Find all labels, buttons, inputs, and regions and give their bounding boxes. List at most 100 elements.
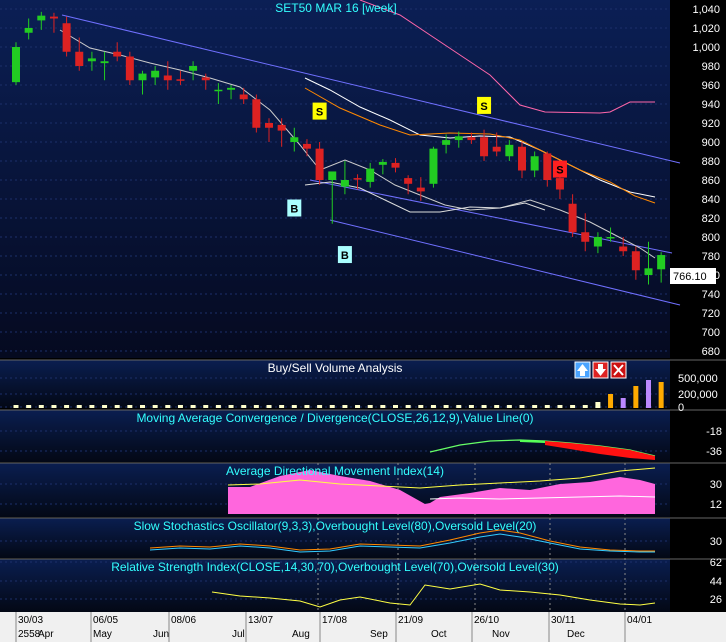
month-label: May: [93, 629, 112, 640]
volume-bar: [380, 405, 386, 408]
panel-title: Relative Strength Index(CLOSE,14,30,70),…: [111, 560, 559, 574]
volume-bar: [532, 405, 538, 408]
volume-bar: [291, 405, 297, 408]
candle-body: [239, 94, 248, 100]
candle-body: [480, 137, 489, 157]
candle-body: [442, 140, 451, 145]
year-label: 2558: [18, 629, 41, 640]
volume-bar: [215, 405, 221, 408]
volume-bar: [304, 405, 310, 408]
volume-bar: [165, 405, 171, 408]
candle-body: [518, 146, 526, 171]
panel-tick-label: 44: [710, 576, 722, 588]
signal-label: S: [316, 107, 323, 119]
price-tick-label: 800: [702, 232, 720, 244]
price-tick-label: 980: [702, 61, 720, 73]
volume-bar: [152, 405, 158, 408]
volume-bar: [127, 405, 133, 408]
date-label-top: 13/07: [248, 615, 273, 626]
candle-body: [265, 123, 273, 128]
candle-body: [315, 148, 324, 180]
month-label: Jul: [232, 629, 245, 640]
candle-body: [543, 153, 552, 180]
candle-body: [328, 171, 337, 180]
volume-bar: [544, 405, 550, 408]
candle-body: [631, 251, 640, 271]
price-tick-label: 940: [702, 99, 720, 111]
candle-body: [492, 146, 501, 152]
volume-bar: [418, 405, 424, 408]
volume-bar: [557, 405, 563, 408]
date-label-top: 06/05: [93, 615, 118, 626]
panel-title: Moving Average Convergence / Divergence(…: [136, 411, 533, 425]
volume-bar: [102, 405, 108, 408]
price-tick-label: 840: [702, 194, 720, 206]
candle-body: [12, 47, 20, 83]
volume-bar: [38, 405, 44, 408]
volume-bar: [519, 405, 525, 408]
volume-bar: [620, 398, 626, 408]
month-label: Jun: [153, 629, 169, 640]
candle-body: [49, 16, 58, 19]
volume-bar: [76, 405, 82, 408]
month-label: Dec: [567, 629, 585, 640]
panel-tick-label: 62: [710, 557, 722, 569]
last-price-tag: 766.10: [670, 268, 716, 284]
month-label: Oct: [431, 629, 447, 640]
volume-bar: [13, 405, 19, 408]
candle-body: [290, 137, 299, 142]
date-label-top: 26/10: [474, 615, 499, 626]
candle: [252, 94, 261, 133]
price-tick-label: 1,000: [692, 42, 720, 54]
panel-tick-label: 30: [710, 479, 722, 491]
candle-body: [100, 61, 109, 64]
candle-body: [505, 144, 514, 157]
volume-bar: [203, 405, 209, 408]
candle-body: [201, 77, 210, 81]
candle-body: [151, 70, 160, 78]
price-tick-label: 920: [702, 118, 720, 130]
chart-window: S B B S S SET50 MAR 16 [week] 680 700 720 740 76…: [0, 0, 726, 642]
candle-body: [176, 79, 185, 81]
price-tick-label: 880: [702, 156, 720, 168]
volume-bar: [468, 405, 474, 408]
volume-bar: [456, 405, 462, 408]
date-label-top: 30/03: [18, 615, 43, 626]
panel-tick-label: 200,000: [678, 389, 718, 401]
candle-body: [416, 187, 425, 192]
candle: [12, 42, 20, 85]
candle-body: [568, 203, 577, 233]
candle-body: [252, 99, 261, 128]
candle-body: [644, 268, 653, 275]
candle-body: [593, 237, 602, 247]
volume-bar: [51, 405, 57, 408]
candle-body: [113, 51, 122, 57]
volume-bar: [26, 405, 32, 408]
candle-body: [454, 136, 463, 141]
chart-svg[interactable]: S B B S S SET50 MAR 16 [week] 680 700 720 740 76…: [0, 0, 726, 642]
date-label-top: 04/01: [627, 615, 652, 626]
panel-tick-label: -18: [706, 426, 722, 438]
candle-body: [24, 28, 33, 33]
price-tick-label: 900: [702, 137, 720, 149]
volume-bar: [582, 405, 588, 408]
volume-bar: [89, 405, 95, 408]
price-tick-label: 780: [702, 251, 720, 263]
volume-bar: [646, 380, 651, 408]
volume-bar: [658, 382, 664, 408]
volume-bar: [64, 405, 70, 408]
volume-bar: [114, 405, 120, 408]
panel-title: Buy/Sell Volume Analysis: [268, 361, 403, 375]
price-tick-label: 700: [702, 327, 720, 339]
signal-label: B: [290, 204, 298, 216]
price-tick-label: 680: [702, 346, 720, 358]
panel-title: Slow Stochastics Oscillator(9,3,3),Overb…: [134, 519, 537, 533]
panel-tick-label: 500,000: [678, 373, 718, 385]
candle-body: [378, 161, 387, 165]
volume-bar: [140, 405, 145, 408]
candle: [125, 51, 134, 85]
signal-marker: B: [287, 199, 302, 217]
signal-marker: S: [312, 102, 327, 120]
price-tick-label: 1,040: [692, 4, 720, 16]
volume-bar: [342, 405, 348, 408]
